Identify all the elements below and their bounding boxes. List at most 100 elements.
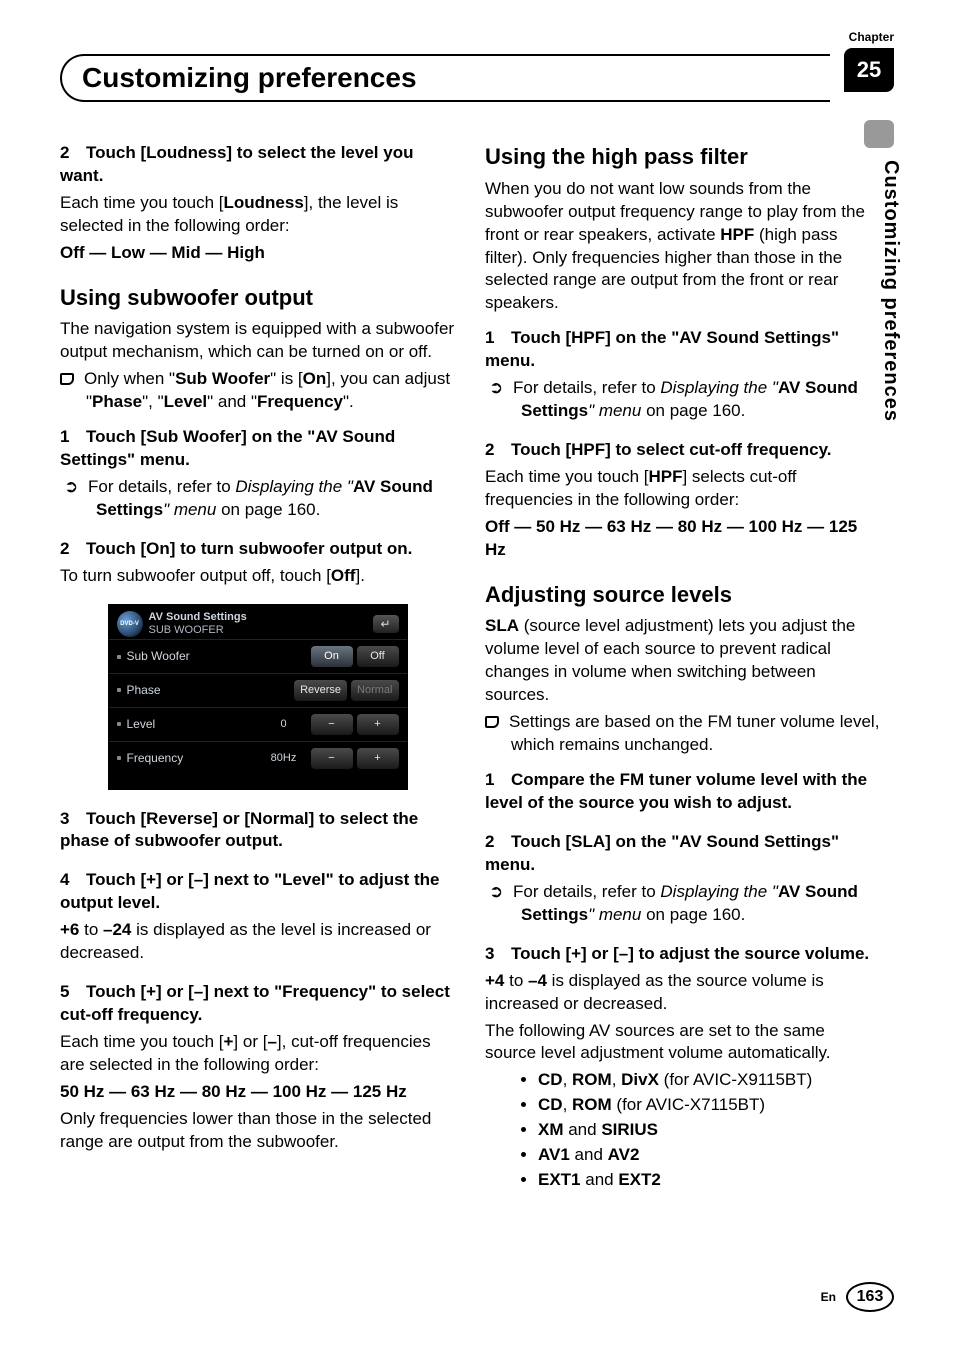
step-number: 2	[485, 439, 511, 462]
step-heading: Touch [SLA] on the "AV Sound Settings" m…	[485, 832, 839, 874]
on-button[interactable]: On	[311, 646, 353, 667]
step-number: 5	[60, 981, 86, 1004]
subwoofer-step-5: 5Touch [+] or [–] next to "Frequency" to…	[60, 981, 455, 1154]
screenshot-title: AV Sound Settings	[149, 611, 373, 624]
list-item: AV1 and AV2	[521, 1144, 880, 1167]
language-label: En	[821, 1290, 836, 1304]
step-heading: Touch [+] or [–] next to "Level" to adju…	[60, 870, 439, 912]
right-column: Using the high pass filter When you do n…	[485, 142, 880, 1208]
list-item: EXT1 and EXT2	[521, 1169, 880, 1192]
body-text: Each time you touch [HPF] selects cut-of…	[485, 466, 880, 512]
cross-reference: ➲For details, refer to Displaying the "A…	[485, 881, 880, 927]
hpf-step-2: 2Touch [HPF] to select cut-off frequency…	[485, 439, 880, 562]
screenshot-titles: AV Sound Settings SUB WOOFER	[143, 611, 373, 637]
plus-button[interactable]: +	[357, 748, 399, 769]
off-button[interactable]: Off	[357, 646, 399, 667]
step-heading: Touch [Loudness] to select the level you…	[60, 143, 413, 185]
frequency-value: 80Hz	[261, 751, 307, 766]
page-title: Customizing preferences	[82, 62, 810, 94]
step-number: 3	[485, 943, 511, 966]
subwoofer-step-3: 3Touch [Reverse] or [Normal] to select t…	[60, 808, 455, 854]
step-heading: Compare the FM tuner volume level with t…	[485, 770, 867, 812]
level-value: 0	[261, 717, 307, 732]
reverse-button[interactable]: Reverse	[294, 680, 347, 701]
step-number: 2	[485, 831, 511, 854]
step-heading: Touch [+] or [–] to adjust the source vo…	[511, 944, 869, 963]
body-text: SLA (source level adjustment) lets you a…	[485, 615, 880, 707]
bullet-icon	[521, 1077, 526, 1082]
step-heading: Touch [Sub Woofer] on the "AV Sound Sett…	[60, 427, 395, 469]
title-container: Customizing preferences	[60, 54, 830, 102]
body-text: +6 to –24 is displayed as the level is i…	[60, 919, 455, 965]
body-text: The following AV sources are set to the …	[485, 1020, 880, 1066]
list-item: CD, ROM (for AVIC-X7115BT)	[521, 1094, 880, 1117]
body-text: Each time you touch [Loudness], the leve…	[60, 192, 455, 238]
row-level: Level 0 − +	[109, 707, 407, 741]
row-label: Phase	[117, 682, 291, 698]
sla-step-3: 3Touch [+] or [–] to adjust the source v…	[485, 943, 880, 1192]
device-screenshot: DVD-V AV Sound Settings SUB WOOFER ↵ Sub…	[108, 604, 408, 790]
row-phase: Phase Reverse Normal	[109, 673, 407, 707]
page: Chapter 2 5 Customizing preferences Custo…	[0, 0, 954, 1352]
list-item: XM and SIRIUS	[521, 1119, 880, 1142]
body-text: Only frequencies lower than those in the…	[60, 1108, 455, 1154]
sla-step-2: 2Touch [SLA] on the "AV Sound Settings" …	[485, 831, 880, 927]
section-heading-hpf: Using the high pass filter	[485, 142, 880, 172]
subwoofer-step-1: 1Touch [Sub Woofer] on the "AV Sound Set…	[60, 426, 455, 522]
side-tab-icon	[864, 120, 894, 148]
source-list: CD, ROM, DivX (for AVIC-X9115BT) CD, ROM…	[485, 1069, 880, 1192]
step-number: 3	[60, 808, 86, 831]
step-heading: Touch [HPF] on the "AV Sound Settings" m…	[485, 328, 839, 370]
row-label: Frequency	[117, 750, 261, 766]
page-number: 163	[846, 1282, 894, 1312]
body-text: The navigation system is equipped with a…	[60, 318, 455, 364]
body-text: Each time you touch [+] or [–], cut-off …	[60, 1031, 455, 1077]
step-number: 2	[60, 142, 86, 165]
note-icon	[60, 373, 74, 385]
minus-button[interactable]: −	[311, 714, 353, 735]
body-text: +4 to –4 is displayed as the source volu…	[485, 970, 880, 1016]
subwoofer-step-4: 4Touch [+] or [–] next to "Level" to adj…	[60, 869, 455, 965]
order-list: Off — Low — Mid — High	[60, 242, 455, 265]
normal-button[interactable]: Normal	[351, 680, 398, 701]
list-item: CD, ROM, DivX (for AVIC-X9115BT)	[521, 1069, 880, 1092]
screenshot-subtitle: SUB WOOFER	[149, 624, 373, 637]
sla-step-1: 1Compare the FM tuner volume level with …	[485, 769, 880, 815]
loudness-step-2: 2Touch [Loudness] to select the level yo…	[60, 142, 455, 265]
left-column: 2Touch [Loudness] to select the level yo…	[60, 142, 455, 1208]
page-footer: En 163	[821, 1282, 894, 1312]
step-number: 1	[485, 327, 511, 350]
row-frequency: Frequency 80Hz − +	[109, 741, 407, 775]
subwoofer-step-2: 2Touch [On] to turn subwoofer output on.…	[60, 538, 455, 588]
step-number: 4	[60, 869, 86, 892]
back-button[interactable]: ↵	[373, 615, 399, 633]
step-heading: Touch [+] or [–] next to "Frequency" to …	[60, 982, 450, 1024]
chapter-label: Chapter	[849, 30, 894, 44]
minus-button[interactable]: −	[311, 748, 353, 769]
note-bullet: Settings are based on the FM tuner volum…	[485, 711, 880, 757]
hpf-step-1: 1Touch [HPF] on the "AV Sound Settings" …	[485, 327, 880, 423]
section-heading-sla: Adjusting source levels	[485, 580, 880, 610]
bullet-icon	[521, 1102, 526, 1107]
step-number: 2	[60, 538, 86, 561]
body-text: When you do not want low sounds from the…	[485, 178, 880, 316]
body-text: To turn subwoofer output off, touch [Off…	[60, 565, 455, 588]
plus-button[interactable]: +	[357, 714, 399, 735]
note-icon	[485, 716, 499, 728]
step-number: 1	[60, 426, 86, 449]
order-list: Off — 50 Hz — 63 Hz — 80 Hz — 100 Hz — 1…	[485, 516, 880, 562]
step-heading: Touch [Reverse] or [Normal] to select th…	[60, 809, 418, 851]
step-number: 1	[485, 769, 511, 792]
note-bullet: Only when "Sub Woofer" is [On], you can …	[60, 368, 455, 414]
dvd-logo-icon: DVD-V	[117, 611, 143, 637]
cross-reference: ➲For details, refer to Displaying the "A…	[485, 377, 880, 423]
bullet-icon	[521, 1177, 526, 1182]
step-heading: Touch [On] to turn subwoofer output on.	[86, 539, 412, 558]
screenshot-header: DVD-V AV Sound Settings SUB WOOFER ↵	[109, 605, 407, 639]
side-title: Customizing preferences	[879, 160, 902, 422]
bullet-icon	[521, 1152, 526, 1157]
content-columns: 2Touch [Loudness] to select the level yo…	[60, 142, 894, 1208]
bullet-icon	[521, 1127, 526, 1132]
section-heading-subwoofer: Using subwoofer output	[60, 283, 455, 313]
row-label: Level	[117, 716, 261, 732]
